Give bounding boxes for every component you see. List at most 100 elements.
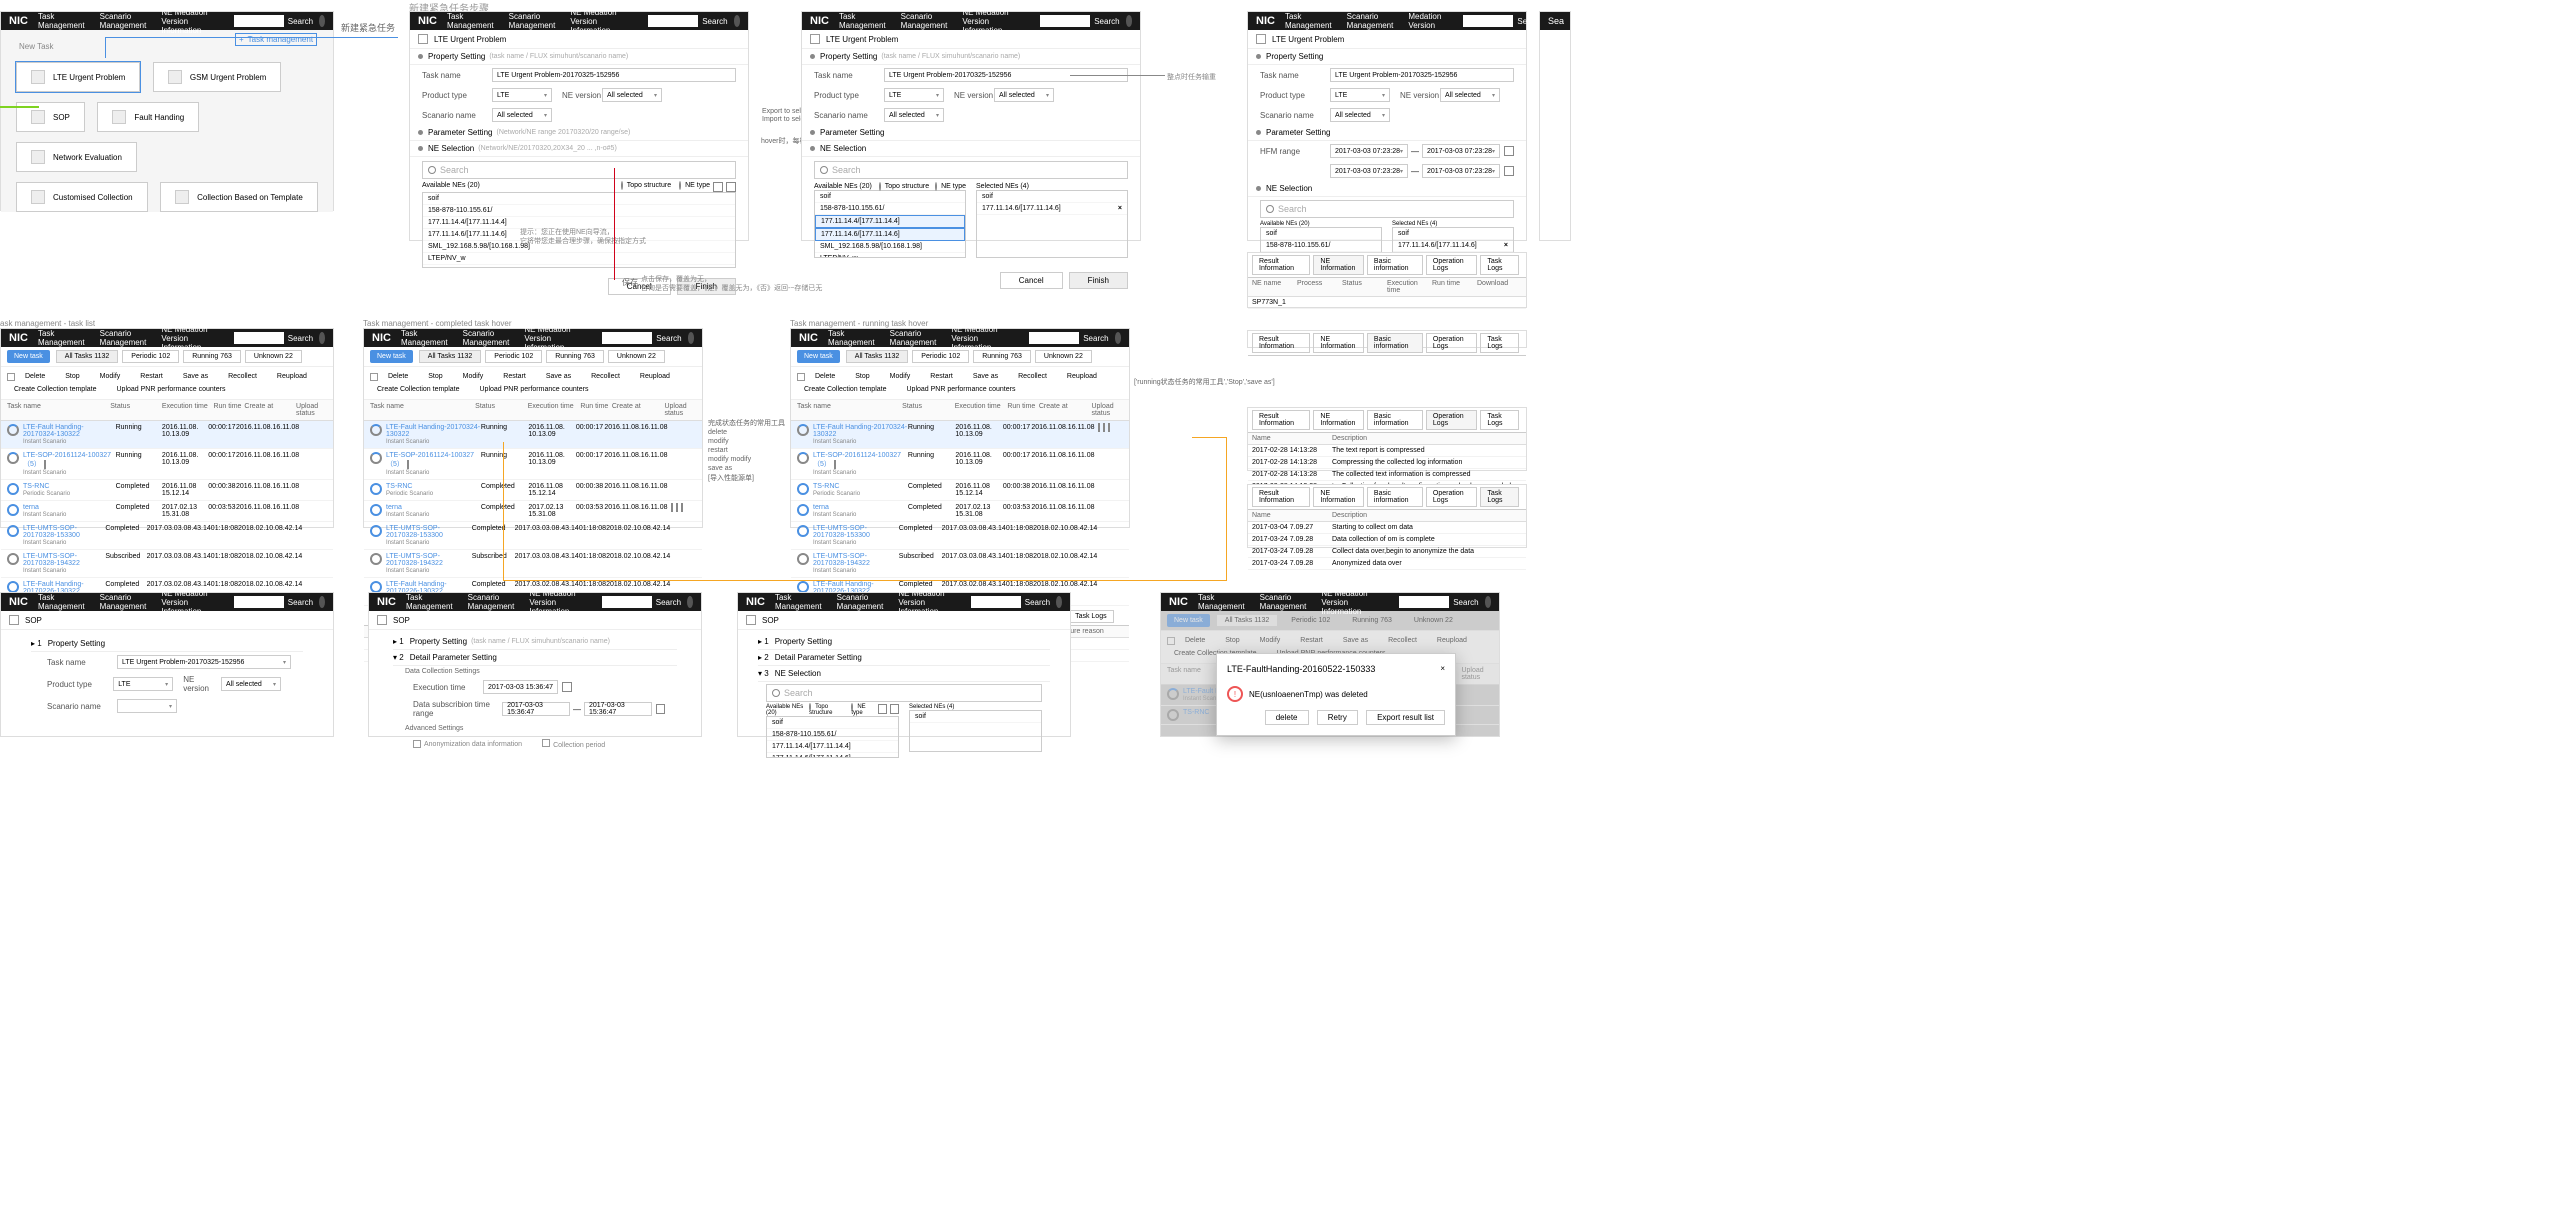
nav-ne[interactable]: NE Medation Version Information [529, 589, 586, 616]
select-all-checkbox[interactable] [797, 373, 805, 381]
finish-button[interactable]: Finish [1069, 272, 1128, 289]
tab-basic[interactable]: Basic information [1367, 410, 1423, 430]
task-name[interactable]: LTE-Fault Handing-20170324-130322 [23, 424, 84, 438]
card-template[interactable]: Collection Based on Template [160, 182, 318, 212]
nav-scenario[interactable]: Scanario Management [1260, 593, 1307, 611]
nav-ne[interactable]: NE Medation Version Information [161, 8, 218, 35]
date-from2[interactable]: 2017-03-03 07:23:28▾ [1330, 164, 1408, 178]
select-product[interactable]: LTE▾ [492, 88, 552, 102]
filter-running[interactable]: Running 763 [183, 350, 241, 363]
select-product[interactable]: LTE▾ [1330, 88, 1390, 102]
user-icon[interactable] [319, 15, 325, 27]
nav-scenario[interactable]: Scanario Management [901, 12, 948, 30]
hover-tool-icon[interactable] [1098, 423, 1100, 432]
tab-tasklog[interactable]: Task Logs [1068, 610, 1114, 623]
nav-scenario[interactable]: Scanario Management [100, 593, 147, 611]
task-name[interactable]: TS-RNC [386, 483, 412, 490]
table-row[interactable]: ternaInstant ScanarioCompleted2017.02.13… [364, 501, 702, 522]
radio-netype[interactable] [679, 181, 681, 190]
user-icon[interactable] [1056, 596, 1062, 608]
tb-template[interactable]: Create Collection template [7, 383, 104, 396]
task-name[interactable]: terna [813, 504, 829, 511]
table-row[interactable]: LTE-UMTS-SOP-20170328-194322Instant Scan… [1, 550, 333, 578]
tb-delete[interactable]: Delete [381, 370, 415, 383]
tab-tasklog[interactable]: Task Logs [1480, 255, 1519, 275]
tab-result[interactable]: Result Information [1252, 255, 1310, 275]
table-row[interactable]: LTE-Fault Handing-20170324-130322Instant… [791, 421, 1129, 449]
radio-netype[interactable] [935, 182, 937, 191]
nav-ne[interactable]: NE Medation Version Information [161, 589, 218, 616]
search-input[interactable] [602, 332, 652, 344]
section-title[interactable]: Detail Parameter Setting [410, 653, 497, 662]
filter-all[interactable]: All Tasks 1132 [419, 350, 482, 363]
select-never[interactable]: All selected▾ [1440, 88, 1500, 102]
input-taskname[interactable]: LTE Urgent Problem-20170325-152956▾ [117, 655, 291, 669]
tb-delete[interactable]: Delete [18, 370, 52, 383]
calendar-icon[interactable] [1504, 166, 1514, 176]
hover-tool-icon[interactable] [676, 503, 678, 512]
dialog-delete-button[interactable]: delete [1265, 710, 1309, 725]
tab-tasklog[interactable]: Task Logs [1480, 410, 1519, 430]
tab-ne-info[interactable]: NE Information [1313, 333, 1364, 353]
search-input[interactable] [1463, 15, 1513, 27]
section-property[interactable]: Property Setting(task name / FLUX simuhu… [410, 49, 748, 65]
tab-basic[interactable]: Basic information [1367, 333, 1423, 353]
task-name[interactable]: LTE-UMTS-SOP-20170328-194322 [813, 553, 870, 567]
tb-upload-pnr[interactable]: Upload PNR performance counters [110, 383, 233, 396]
date-to[interactable]: 2017-03-03 07:23:28▾ [1422, 144, 1500, 158]
nav-scenario[interactable]: Scanario Management [100, 12, 147, 30]
task-name[interactable]: LTE-SOP-20161124-100327 （5） [23, 452, 111, 468]
export-icon[interactable] [713, 182, 723, 192]
tb-saveas[interactable]: Save as [176, 370, 215, 383]
section-nesel[interactable]: NE Selection(Network/NE/20170320,20X34_2… [410, 141, 748, 157]
anon-checkbox[interactable] [413, 740, 421, 748]
search-input[interactable] [602, 596, 652, 608]
table-row[interactable]: LTE-SOP-20161124-100327 （5） Instant Scan… [364, 449, 702, 480]
select-scenario[interactable]: All selected▾ [492, 108, 552, 122]
input-taskname[interactable]: LTE Urgent Problem-20170325-152956 [492, 68, 736, 82]
tb-modify[interactable]: Modify [883, 370, 918, 383]
nav-task[interactable]: Task Management [1285, 12, 1332, 30]
nav-ne[interactable]: NE Medation Version Information [951, 325, 1014, 352]
user-icon[interactable] [734, 15, 740, 27]
card-fault[interactable]: Fault Handing [97, 102, 199, 132]
home-icon[interactable] [377, 615, 387, 625]
section-param[interactable]: Parameter Setting(Network/NE range 20170… [410, 125, 748, 141]
user-icon[interactable] [1485, 596, 1491, 608]
dialog-export-button[interactable]: Export result list [1366, 710, 1445, 725]
table-row[interactable]: LTE-SOP-20161124-100327 （5） Instant Scan… [791, 449, 1129, 480]
tb-stop[interactable]: Stop [58, 370, 86, 383]
filter-periodic[interactable]: Periodic 102 [122, 350, 179, 363]
search-placeholder[interactable]: Search [440, 165, 469, 175]
tb-reupload[interactable]: Reupload [1060, 370, 1104, 383]
task-name[interactable]: LTE-SOP-20161124-100327 （5） [386, 452, 474, 468]
tab-result[interactable]: Result Information [1252, 333, 1310, 353]
user-icon[interactable] [1126, 15, 1132, 27]
tb-reupload[interactable]: Reupload [270, 370, 314, 383]
nav-scenario[interactable]: Scanario Management [837, 593, 884, 611]
select-scenario[interactable]: All selected▾ [1330, 108, 1390, 122]
close-icon[interactable]: × [1440, 664, 1445, 673]
section-title[interactable]: NE Selection [775, 669, 821, 678]
filter-running[interactable]: Running 763 [546, 350, 604, 363]
filter-unknown[interactable]: Unknown 22 [245, 350, 302, 363]
tb-template[interactable]: Create Collection template [370, 383, 467, 396]
search-input[interactable] [1029, 332, 1079, 344]
table-row[interactable]: ternaInstant ScanarioCompleted2017.02.13… [1, 501, 333, 522]
export-icon[interactable] [878, 704, 887, 714]
task-name[interactable]: LTE-SOP-20161124-100327 （5） [813, 452, 901, 468]
select-never[interactable]: All selected▾ [994, 88, 1054, 102]
filter-all[interactable]: All Tasks 1132 [56, 350, 119, 363]
tb-modify[interactable]: Modify [456, 370, 491, 383]
tb-upload-pnr[interactable]: Upload PNR performance counters [900, 383, 1023, 396]
tab-result[interactable]: Result Information [1252, 410, 1310, 430]
calendar-icon[interactable] [1504, 146, 1514, 156]
cancel-button[interactable]: Cancel [1000, 272, 1063, 289]
dialog-retry-button[interactable]: Retry [1317, 710, 1358, 725]
remove-icon[interactable]: × [1504, 242, 1508, 249]
sub-to[interactable]: 2017-03-03 15:36:47 [584, 702, 652, 716]
search-placeholder[interactable]: Search [1278, 204, 1307, 214]
tab-basic[interactable]: Basic information [1367, 255, 1423, 275]
nav-task[interactable]: Task Management [38, 329, 85, 347]
table-row[interactable]: TS-RNCPeriodic ScanarioCompleted2016.11.… [791, 480, 1129, 501]
